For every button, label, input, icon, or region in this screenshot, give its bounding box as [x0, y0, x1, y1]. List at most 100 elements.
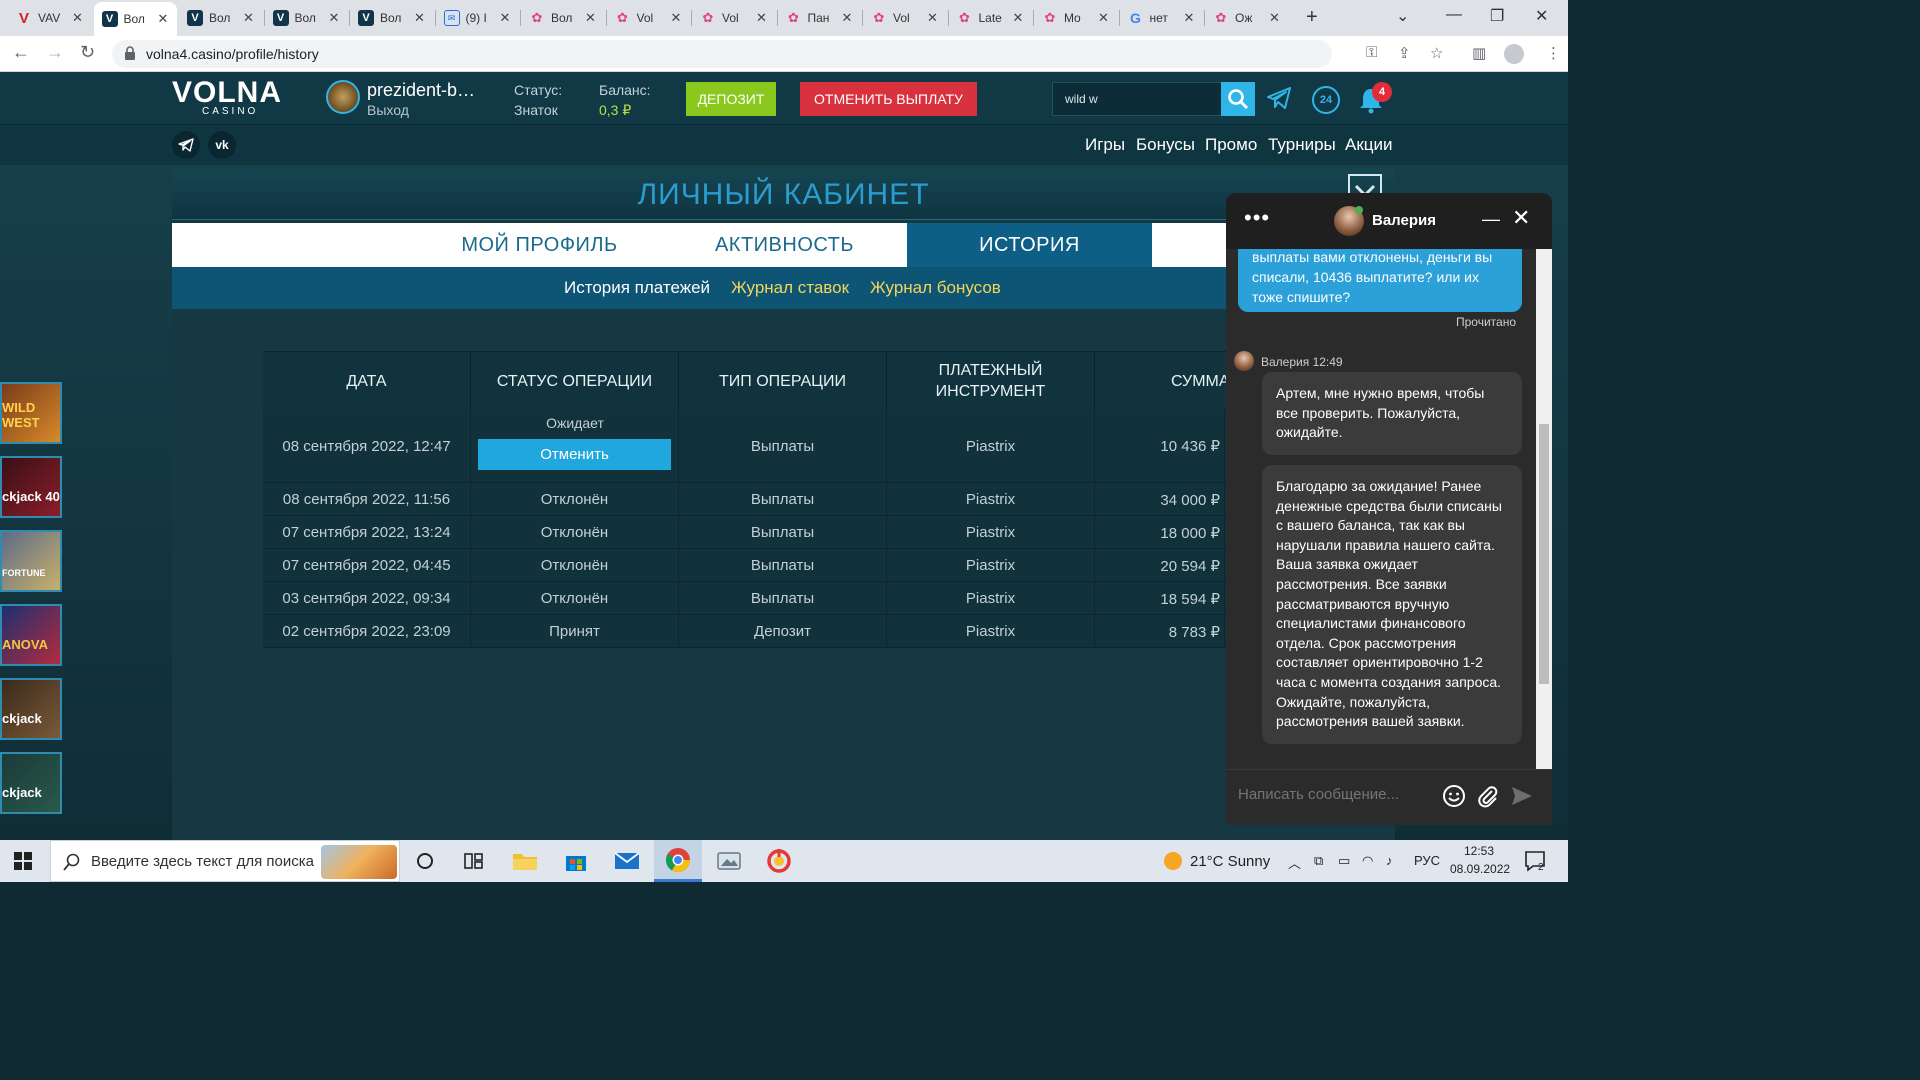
browser-tab[interactable]: Gнет ✕	[1120, 4, 1204, 32]
game-thumb-blackjack-40[interactable]: ckjack 40	[0, 456, 62, 518]
deposit-button[interactable]: ДЕПОЗИТ	[686, 82, 776, 116]
tab-search-icon[interactable]: ⌄	[1396, 6, 1409, 26]
browser-tab[interactable]: V Вол ✕	[265, 4, 349, 32]
key-icon[interactable]: ⚿	[1366, 44, 1377, 61]
chrome-taskbar-icon[interactable]	[654, 840, 702, 882]
game-thumb-casanova[interactable]: ANOVA	[0, 604, 62, 666]
tab-close-icon[interactable]: ✕	[671, 10, 682, 26]
user-avatar[interactable]	[326, 80, 360, 114]
tray-battery-icon[interactable]: ▭	[1338, 853, 1350, 869]
file-explorer-icon[interactable]	[510, 846, 540, 876]
cancel-withdrawal-button[interactable]: Отменить	[478, 439, 671, 470]
window-minimize-icon[interactable]: —	[1446, 6, 1462, 24]
browser-tab[interactable]: ✉ (9) I ✕	[436, 4, 520, 32]
chat-scrollbar[interactable]	[1536, 249, 1552, 769]
tray-wifi-icon[interactable]: ◠	[1362, 853, 1373, 869]
tray-camera-icon[interactable]: ⧉	[1314, 853, 1323, 869]
browser-tab[interactable]: ✿ Mo ✕	[1034, 4, 1118, 32]
tab-close-icon[interactable]: ✕	[158, 11, 169, 27]
tab-close-icon[interactable]: ✕	[585, 10, 596, 26]
username[interactable]: prezident-b…	[367, 80, 475, 101]
profile-avatar-icon[interactable]	[1504, 44, 1524, 64]
nav-promotions[interactable]: Акции	[1345, 135, 1393, 155]
window-close-icon[interactable]: ✕	[1535, 6, 1548, 26]
windows-start-icon[interactable]	[14, 852, 32, 870]
browser-tab[interactable]: ✿ Вол ✕	[521, 4, 605, 32]
game-thumb-fortune[interactable]: FORTUNE	[0, 530, 62, 592]
subtab-bonus-log[interactable]: Журнал бонусов	[870, 278, 1001, 298]
tab-close-icon[interactable]: ✕	[414, 10, 425, 26]
tab-close-icon[interactable]: ✕	[1269, 10, 1280, 26]
emoji-icon[interactable]	[1442, 784, 1466, 808]
share-icon[interactable]: ⇪	[1398, 44, 1411, 62]
mail-app-icon[interactable]	[612, 846, 642, 876]
attachment-icon[interactable]	[1476, 784, 1500, 808]
subtab-payment-history[interactable]: История платежей	[564, 278, 710, 298]
tab-close-icon[interactable]: ✕	[756, 10, 767, 26]
tray-volume-icon[interactable]: ♪	[1386, 853, 1393, 868]
telegram-social-icon[interactable]	[172, 131, 200, 159]
chat-menu-icon[interactable]: •••	[1244, 205, 1270, 231]
forward-icon[interactable]: →	[46, 42, 64, 63]
nav-tournaments[interactable]: Турниры	[1268, 135, 1336, 155]
bookmark-star-icon[interactable]: ☆	[1430, 44, 1443, 62]
tab-close-icon[interactable]: ✕	[243, 10, 254, 26]
game-thumb-wild-west[interactable]: WILD WEST	[0, 382, 62, 444]
telegram-icon[interactable]	[1266, 86, 1292, 110]
photos-app-icon[interactable]	[714, 846, 744, 876]
tab-close-icon[interactable]: ✕	[329, 10, 340, 26]
tab-close-icon[interactable]: ✕	[842, 10, 853, 26]
browser-tab[interactable]: V VAV ✕	[8, 4, 92, 32]
address-bar[interactable]: volna4.casino/profile/history	[112, 40, 1332, 68]
tab-close-icon[interactable]: ✕	[1013, 10, 1024, 26]
browser-tab[interactable]: ✿ Late ✕	[949, 4, 1033, 32]
nav-games[interactable]: Игры	[1085, 135, 1125, 155]
browser-tab[interactable]: ✿ Vol ✕	[863, 4, 947, 32]
minimize-icon[interactable]: —	[1482, 209, 1500, 230]
browser-tab[interactable]: ✿ Vol ✕	[692, 4, 776, 32]
browser-tab[interactable]: V Вол ✕	[350, 4, 434, 32]
clock-time[interactable]: 12:53	[1464, 844, 1494, 858]
game-search-input[interactable]	[1052, 82, 1222, 116]
subtab-bet-log[interactable]: Журнал ставок	[731, 278, 849, 298]
nav-bonuses[interactable]: Бонусы	[1136, 135, 1195, 155]
chat-scroll-thumb[interactable]	[1539, 424, 1549, 684]
tray-language[interactable]: РУС	[1414, 853, 1440, 868]
browser-menu-icon[interactable]: ⋮	[1546, 44, 1561, 62]
browser-tab[interactable]: V Вол ✕	[93, 2, 177, 36]
tab-history[interactable]: ИСТОРИЯ	[907, 223, 1152, 267]
tab-my-profile[interactable]: МОЙ ПРОФИЛЬ	[417, 223, 662, 267]
game-thumb-blackjack-2[interactable]: ckjack	[0, 752, 62, 814]
send-icon[interactable]	[1510, 784, 1534, 808]
taskbar-search-box[interactable]: Введите здесь текст для поиска	[50, 840, 400, 882]
tray-chevron-up-icon[interactable]: ︿	[1288, 853, 1301, 872]
tab-close-icon[interactable]: ✕	[500, 10, 511, 26]
back-icon[interactable]: ←	[12, 42, 30, 63]
task-view-icon[interactable]	[459, 846, 489, 876]
logout-link[interactable]: Выход	[367, 102, 409, 118]
nav-promo[interactable]: Промо	[1205, 135, 1257, 155]
close-icon[interactable]: ✕	[1512, 205, 1530, 231]
tab-close-icon[interactable]: ✕	[1184, 10, 1195, 26]
clock-date[interactable]: 08.09.2022	[1450, 862, 1510, 876]
support-24-icon[interactable]: 24	[1312, 86, 1340, 114]
cortana-icon[interactable]	[410, 846, 440, 876]
game-thumb-blackjack[interactable]: ckjack	[0, 678, 62, 740]
new-tab-icon[interactable]: +	[1306, 6, 1318, 29]
cancel-payout-button[interactable]: ОТМЕНИТЬ ВЫПЛАТУ	[800, 82, 977, 116]
browser-tab[interactable]: ✿ Пан ✕	[778, 4, 862, 32]
weather-widget[interactable]: 21°C Sunny	[1164, 852, 1270, 870]
window-restore-icon[interactable]: ❐	[1490, 6, 1504, 26]
browser-tab[interactable]: ✿ Vol ✕	[607, 4, 691, 32]
tab-close-icon[interactable]: ✕	[72, 10, 83, 26]
vk-social-icon[interactable]: vk	[208, 131, 236, 159]
reload-icon[interactable]: ↻	[80, 42, 95, 63]
app-launcher-icon[interactable]	[764, 846, 794, 876]
side-panel-icon[interactable]: ▥	[1472, 44, 1486, 62]
tab-activity[interactable]: АКТИВНОСТЬ	[662, 223, 907, 267]
microsoft-store-icon[interactable]	[561, 846, 591, 876]
volna-logo[interactable]: VOLNA CASINO	[172, 78, 282, 118]
tab-close-icon[interactable]: ✕	[927, 10, 938, 26]
chat-message-input[interactable]	[1238, 786, 1428, 803]
browser-tab[interactable]: ✿ Ож ✕	[1205, 4, 1289, 32]
